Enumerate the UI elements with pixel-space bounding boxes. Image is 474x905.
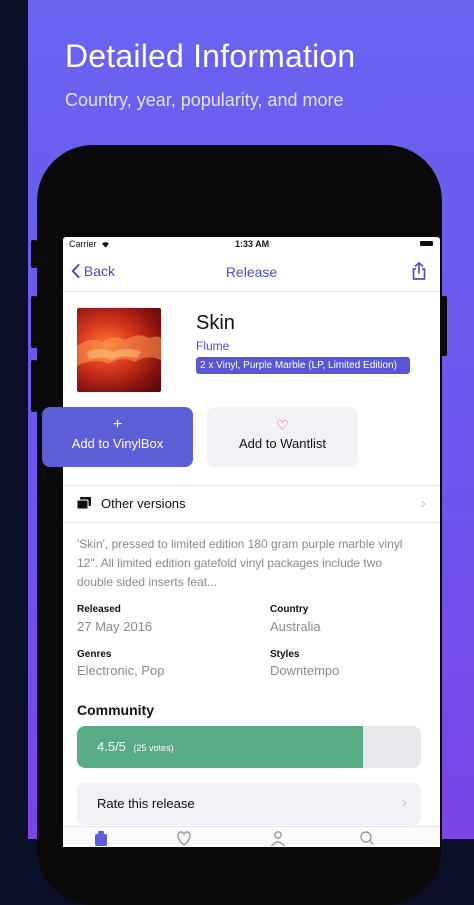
styles-value: Downtempo [270,663,340,678]
tab-bar [63,826,440,847]
styles-label: Styles [270,649,300,660]
status-time: 1:33 AM [235,239,270,249]
rate-release-button[interactable]: Rate this release › [77,783,421,825]
other-versions-row[interactable]: Other versions › [63,485,440,523]
add-to-vinylbox-button[interactable]: + Add to VinylBox [42,407,193,467]
promo-subtitle: Country, year, popularity, and more [65,90,344,110]
community-title: Community [77,702,154,718]
promo-title: Detailed Information [65,38,356,74]
release-title: Skin [196,312,235,334]
heart-outline-icon: ♡ [276,417,289,433]
stack-icon [77,497,91,509]
phone-screen: Carrier 1:33 AM Back Release Skin Flume … [63,237,440,847]
genres-value: Electronic, Pop [77,663,165,678]
nav-bar: Back Release [63,251,440,292]
rate-release-label: Rate this release [97,796,195,811]
add-to-vinylbox-label: Add to VinylBox [71,436,164,451]
artist-link[interactable]: Flume [196,339,229,353]
search-icon[interactable] [356,830,378,846]
battery-icon [420,241,433,246]
phone-side-button [31,360,37,412]
genres-label: Genres [77,649,112,660]
status-bar: Carrier 1:33 AM [63,237,440,251]
album-artwork [77,335,161,366]
country-value: Australia [270,619,321,634]
plus-icon: + [112,416,123,433]
heart-icon[interactable] [173,830,195,846]
add-to-wantlist-label: Add to Wantlist [239,436,326,451]
share-icon[interactable] [410,261,428,281]
collection-icon[interactable] [90,830,112,846]
status-carrier: Carrier [69,239,110,249]
rating-score: 4.5/5 [97,739,126,754]
chevron-right-icon: › [421,495,426,512]
wifi-icon [102,242,110,248]
add-to-wantlist-button[interactable]: ♡ Add to Wantlist [207,407,358,467]
phone-side-button [31,296,37,348]
community-rating-bar: 4.5/5 (25 votes) [77,726,421,768]
other-versions-label: Other versions [101,496,186,511]
phone-side-button [31,240,37,268]
profile-icon[interactable] [267,830,289,846]
release-description[interactable]: 'Skin', pressed to limited edition 180 g… [77,535,412,592]
released-label: Released [77,604,121,615]
rating-votes: (25 votes) [133,743,174,753]
released-value: 27 May 2016 [77,619,153,634]
format-badge: 2 x Vinyl, Purple Marble (LP, Limited Ed… [196,357,410,374]
country-label: Country [270,604,309,615]
album-cover[interactable] [77,308,161,392]
chevron-right-icon: › [402,794,407,811]
rating-text: 4.5/5 (25 votes) [97,739,174,754]
nav-title: Release [225,264,278,280]
phone-side-button [441,296,447,356]
